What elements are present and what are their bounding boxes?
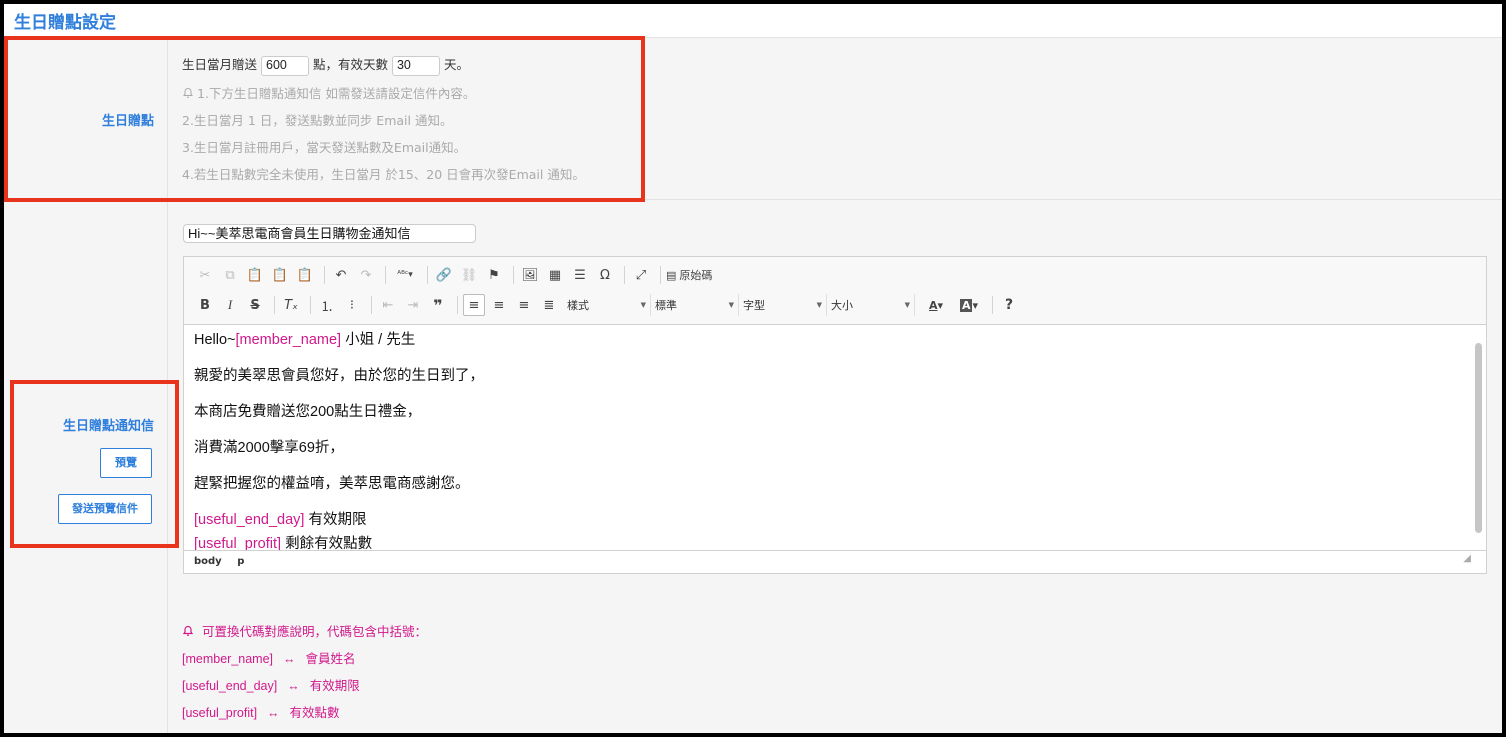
maximize-icon[interactable]: ⤢ (630, 264, 652, 286)
italic-icon[interactable]: I (219, 294, 241, 316)
strike-icon[interactable]: S (244, 294, 266, 316)
editor-content[interactable]: Hello~[member_name] 小姐 / 先生 親愛的美翠思會員您好，由… (184, 325, 1472, 550)
unlink-icon[interactable]: ⛓ (458, 264, 480, 286)
anchor-flag-icon[interactable]: ⚑ (483, 264, 505, 286)
horizontal-rule-icon[interactable]: ☰ (569, 264, 591, 286)
align-right-icon[interactable]: ≡ (513, 294, 535, 316)
content-line-2: 本商店免費贈送您200點生日禮金， (194, 404, 422, 420)
spellcheck-icon[interactable]: ᴬᴮᶜ▾ (391, 264, 419, 286)
profit-line: [useful_profit] 剩餘有效點數 (194, 536, 373, 550)
image-icon[interactable]: 🖼 (519, 264, 541, 286)
font-dropdown[interactable]: 字型 ▼ (739, 294, 827, 316)
blockquote-icon[interactable]: ❞ (427, 294, 449, 316)
gift-note-4: 4.若生日點數完全未使用，生日當月 於15、20 日會再次發Email 通知。 (182, 167, 585, 182)
element-path-body[interactable]: body (194, 556, 222, 567)
content-line-3: 消費滿2000擊享69折， (194, 440, 344, 456)
days-input[interactable]: 30 (391, 55, 440, 76)
paste-text-icon[interactable]: 📋 (269, 264, 291, 286)
gift-note-2: 2.生日當月 1 日，發送點數並同步 Email 通知。 (182, 113, 453, 128)
subject-input[interactable]: Hi~~美萃思電商會員生日購物金通知信 (183, 224, 476, 243)
code-item-end-day: [useful_end_day] ↔ 有效期限 (182, 679, 360, 693)
settings-page: 生日贈點設定 生日贈點 生日當月贈送 600 點，有效天數 30 天。 1.下方… (4, 4, 1502, 733)
toolbar-separator (457, 296, 458, 314)
cut-icon[interactable]: ✂ (194, 264, 216, 286)
source-button[interactable]: ▤ 原始碼 (666, 264, 712, 286)
toolbar-separator (371, 296, 372, 314)
bold-icon[interactable]: B (194, 294, 216, 316)
editor-scrollbar[interactable] (1475, 343, 1482, 533)
gift-suffix-text: 天。 (443, 57, 469, 72)
special-char-icon[interactable]: Ω (594, 264, 616, 286)
gift-points-line: 生日當月贈送 600 點，有效天數 30 天。 (182, 54, 469, 76)
indent-icon[interactable]: ⇥ (402, 294, 424, 316)
copy-icon[interactable]: ⧉ (219, 264, 241, 286)
send-preview-button[interactable]: 發送預覽信件 (58, 494, 152, 524)
title-bar: 生日贈點設定 (4, 4, 1502, 38)
numbered-list-icon[interactable]: ⒈ (316, 294, 338, 316)
toolbar-row-2: B I S Tₓ ⒈ ⁝ ⇤ ⇥ ❞ ≡ ≡ ≡ ≣ 樣式 ▼ 標準 ▼ 字型 ▼ (194, 292, 1023, 318)
toolbar-separator (385, 266, 386, 284)
link-icon[interactable]: 🔗 (433, 264, 455, 286)
align-center-icon[interactable]: ≡ (488, 294, 510, 316)
table-icon[interactable]: ▦ (544, 264, 566, 286)
paste-icon[interactable]: 📋 (244, 264, 266, 286)
gift-mid-text: 點，有效天數 (312, 57, 388, 72)
toolbar-separator (624, 266, 625, 284)
toolbar-separator (992, 296, 993, 314)
rich-text-editor: ✂ ⧉ 📋 📋 📋 ↶ ↷ ᴬᴮᶜ▾ 🔗 ⛓ ⚑ 🖼 ▦ ☰ Ω ⤢ ▤ 原始碼… (183, 256, 1487, 574)
align-left-icon[interactable]: ≡ (463, 294, 485, 316)
gift-prefix-text: 生日當月贈送 (182, 57, 258, 72)
bell-icon (182, 625, 194, 636)
help-icon[interactable]: ? (998, 294, 1020, 316)
format-dropdown[interactable]: 樣式 ▼ (563, 294, 651, 316)
resize-handle-icon[interactable]: ◢ (1463, 548, 1471, 570)
text-color-icon[interactable]: A ▾ (921, 294, 951, 316)
caret-down-icon: ▼ (728, 301, 734, 309)
bg-color-icon[interactable]: A ▾ (954, 294, 984, 316)
toolbar-separator (310, 296, 311, 314)
caret-down-icon: ▼ (640, 301, 646, 309)
undo-icon[interactable]: ↶ (330, 264, 352, 286)
gift-label: 生日贈點 (101, 114, 154, 129)
align-justify-icon[interactable]: ≣ (538, 294, 560, 316)
outdent-icon[interactable]: ⇤ (377, 294, 399, 316)
editor-statusbar: body p ◢ (184, 550, 1486, 573)
toolbar-row-1: ✂ ⧉ 📋 📋 📋 ↶ ↷ ᴬᴮᶜ▾ 🔗 ⛓ ⚑ 🖼 ▦ ☰ Ω ⤢ ▤ 原始碼 (194, 262, 715, 288)
preview-button[interactable]: 預覽 (100, 448, 152, 478)
caret-down-icon: ▼ (816, 301, 822, 309)
bullet-list-icon[interactable]: ⁝ (341, 294, 363, 316)
paste-word-icon[interactable]: 📋 (294, 264, 316, 286)
content-line-4: 趕緊把握您的權益唷，美萃思電商感謝您。 (194, 476, 470, 492)
code-item-member-name: [member_name] ↔ 會員姓名 (182, 652, 356, 666)
style-dropdown[interactable]: 標準 ▼ (651, 294, 739, 316)
redo-icon[interactable]: ↷ (355, 264, 377, 286)
toolbar-separator (513, 266, 514, 284)
points-input[interactable]: 600 (261, 55, 309, 76)
editor-toolbar: ✂ ⧉ 📋 📋 📋 ↶ ↷ ᴬᴮᶜ▾ 🔗 ⛓ ⚑ 🖼 ▦ ☰ Ω ⤢ ▤ 原始碼… (184, 257, 1486, 325)
gift-note-1: 1.下方生日贈點通知信 如需發送請設定信件內容。 (182, 83, 475, 102)
source-icon: ▤ (666, 268, 677, 282)
toolbar-separator (274, 296, 275, 314)
toolbar-separator (427, 266, 428, 284)
code-item-profit: [useful_profit] ↔ 有效點數 (182, 706, 340, 720)
caret-down-icon: ▼ (904, 301, 910, 309)
gift-note-3: 3.生日當月註冊用戶，當天發送點數及Email通知。 (182, 140, 467, 155)
element-path-p[interactable]: p (237, 556, 244, 567)
end-day-line: [useful_end_day] 有效期限 (194, 512, 367, 528)
bell-icon (183, 87, 193, 98)
label-column (4, 38, 168, 733)
size-dropdown[interactable]: 大小 ▼ (827, 294, 915, 316)
page-title: 生日贈點設定 (14, 13, 116, 33)
row-divider (4, 199, 1502, 200)
toolbar-separator (660, 266, 661, 284)
notice-label: 生日贈點通知信 (62, 419, 154, 434)
content-line-1: 親愛的美翠思會員您好，由於您的生日到了， (194, 368, 484, 384)
codes-intro: 可置換代碼對應說明，代碼包含中括號： (182, 621, 427, 640)
greeting-line: Hello~[member_name] 小姐 / 先生 (194, 332, 416, 348)
remove-format-icon[interactable]: Tₓ (280, 294, 302, 316)
toolbar-separator (324, 266, 325, 284)
